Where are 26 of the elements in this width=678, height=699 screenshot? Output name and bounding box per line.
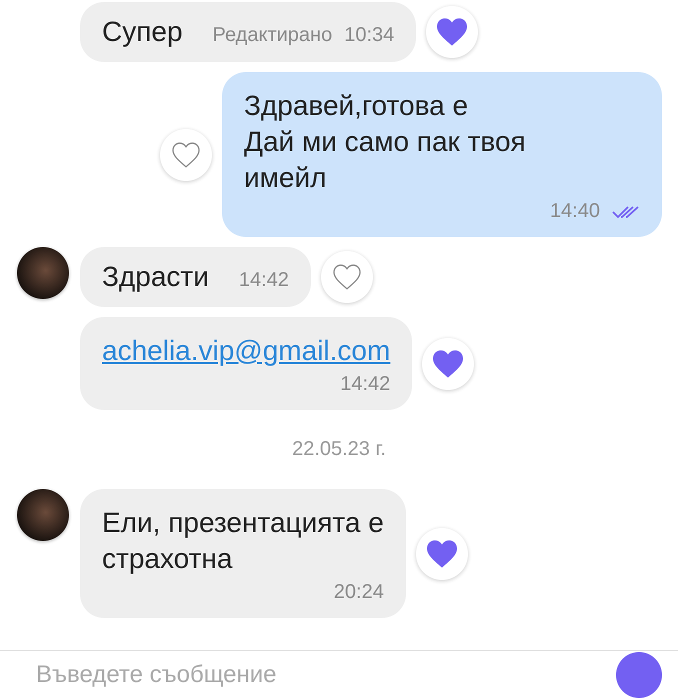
heart-icon [332,264,362,290]
message-text: Здравей,готова е Дай ми само пак твоя имейл [244,89,527,195]
message-text: Супер [102,15,183,49]
heart-icon [435,17,470,47]
like-button[interactable] [426,6,478,58]
message-text: Здрасти [102,260,209,294]
avatar[interactable] [17,247,69,299]
heart-icon [424,538,459,568]
like-button[interactable] [320,251,373,303]
message-time: 10:34 [344,24,394,47]
like-button[interactable] [160,128,212,180]
message-input[interactable]: Въведете съобщение [34,660,616,690]
date-separator: 22.05.23 г. [292,438,386,461]
like-button[interactable] [416,528,468,580]
message-time: 14:40 [550,200,600,223]
avatar[interactable] [17,489,69,541]
heart-icon [171,142,201,168]
message-time: 14:42 [340,373,390,396]
edited-label: Редактирано [212,24,332,47]
message-time: 14:42 [238,269,289,292]
message-text: Ели, презентацията е страхотна [102,506,384,576]
send-button[interactable] [616,652,662,698]
message-time: 20:24 [334,581,384,604]
like-button[interactable] [422,338,474,390]
email-link[interactable]: achelia.vip@gmail.com [102,333,390,369]
heart-icon [431,348,466,378]
